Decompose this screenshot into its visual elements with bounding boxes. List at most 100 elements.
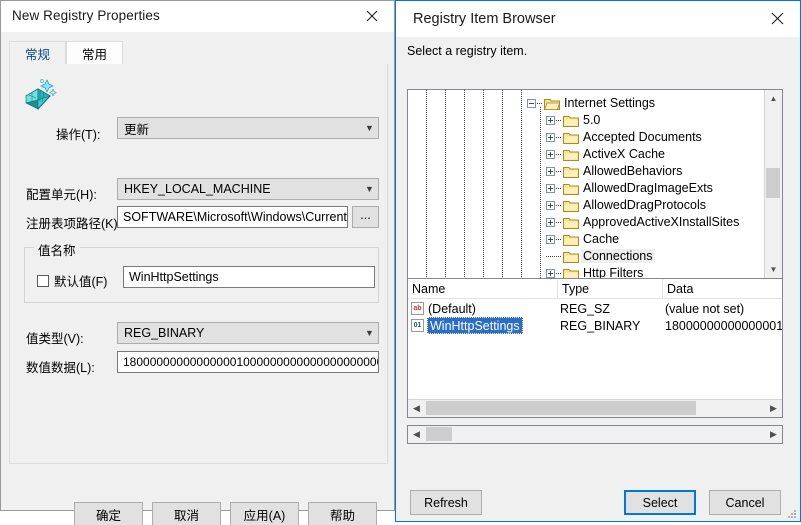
registry-values-list[interactable]: Name Type Data ab (Default) REG_SZ (valu… [407, 278, 783, 418]
tree-connector [556, 273, 562, 274]
cancel-button[interactable]: Cancel [709, 490, 781, 515]
ok-button[interactable]: 确定 [74, 502, 143, 525]
registry-tree[interactable]: Internet Settings 5.0 Accepted Documents… [407, 89, 783, 279]
browse-keypath-button[interactable]: ... [352, 206, 379, 228]
default-value-label: 默认值(F) [54, 275, 108, 289]
folder-open-icon [543, 97, 561, 110]
tree-connector [556, 154, 562, 155]
right-window-title: Registry Item Browser [413, 11, 556, 27]
tree-node-label: AllowedDragImageExts [583, 181, 713, 195]
hive-label: 配置单元(H): [26, 188, 97, 202]
table-row[interactable]: ab (Default) REG_SZ (value not set) [408, 300, 782, 317]
right-button-row: Refresh Select Cancel [396, 490, 801, 522]
expand-expander-icon[interactable] [546, 116, 555, 125]
tree-indent-guide [445, 90, 446, 278]
left-titlebar[interactable]: New Registry Properties [1, 1, 394, 32]
column-header-type[interactable]: Type [558, 279, 663, 298]
scroll-right-icon[interactable]: ▶ [765, 426, 782, 443]
action-value: 更新 [124, 122, 150, 137]
tab-general[interactable]: 常规 [9, 41, 66, 65]
cell-data: 18000000000000001 [665, 318, 783, 333]
tree-vertical-scrollbar[interactable]: ▲ ▼ [764, 90, 782, 278]
refresh-button[interactable]: Refresh [410, 490, 482, 515]
cell-name-selected: WinHttpSettings [427, 317, 523, 334]
value-name-group-title: 值名称 [34, 240, 80, 259]
folder-icon [563, 216, 579, 229]
expand-expander-icon[interactable] [546, 201, 555, 210]
instruction-text: Select a registry item. [407, 44, 528, 58]
action-label: 操作(T): [56, 128, 101, 142]
keypath-input[interactable]: SOFTWARE\Microsoft\Windows\CurrentVersi [117, 206, 348, 228]
expand-expander-icon[interactable] [546, 150, 555, 159]
cell-type: REG_SZ [560, 301, 611, 316]
horizontal-scroll-thumb[interactable] [426, 401, 696, 415]
cell-type: REG_BINARY [560, 318, 641, 333]
column-header-data[interactable]: Data [663, 279, 782, 298]
apply-button[interactable]: 应用(A) [230, 502, 299, 525]
scroll-down-icon[interactable]: ▼ [765, 261, 782, 278]
close-icon[interactable] [755, 1, 800, 35]
tree-node-label: Cache [583, 232, 620, 246]
folder-icon [563, 199, 579, 212]
outer-horizontal-scrollbar[interactable]: ◀ ▶ [407, 425, 783, 444]
select-button[interactable]: Select [624, 490, 696, 515]
hive-combobox[interactable]: HKEY_LOCAL_MACHINE ▼ [117, 178, 379, 200]
value-name-input[interactable]: WinHttpSettings [123, 266, 375, 288]
select-button-label: Select [642, 495, 678, 510]
table-row-selected[interactable]: 01 WinHttpSettings REG_BINARY 1800000000… [408, 317, 782, 334]
value-data-label: 数值数据(L): [26, 361, 95, 375]
close-glyph [366, 10, 378, 22]
registry-item-icon [20, 76, 60, 116]
expand-expander-icon[interactable] [546, 184, 555, 193]
tree-node-label: AllowedBehaviors [583, 164, 683, 178]
binary-value-icon: 01 [411, 319, 424, 332]
collapse-expander-icon[interactable] [527, 99, 536, 108]
expand-expander-icon[interactable] [546, 167, 555, 176]
tree-connector [546, 256, 562, 257]
list-horizontal-scrollbar[interactable]: ◀ ▶ [408, 399, 782, 417]
tree-node-label-selected: Connections [581, 249, 655, 263]
left-window-title: New Registry Properties [12, 8, 160, 23]
scroll-left-icon[interactable]: ◀ [408, 400, 425, 417]
value-type-value: REG_BINARY [124, 326, 205, 340]
vertical-scroll-thumb[interactable] [766, 168, 780, 198]
tree-connector [556, 205, 562, 206]
tab-strip: 常规 常用 [9, 41, 388, 65]
scroll-right-icon[interactable]: ▶ [765, 400, 782, 417]
folder-icon [563, 233, 579, 246]
right-titlebar[interactable]: Registry Item Browser [396, 1, 800, 37]
value-data-value: 180000000000000001000000000000000000000 [123, 355, 378, 369]
value-data-input[interactable]: 180000000000000001000000000000000000000 [117, 351, 379, 373]
tree-connector [556, 239, 562, 240]
default-value-checkbox[interactable]: 默认值(F) [37, 271, 107, 290]
tab-common[interactable]: 常用 [66, 41, 123, 65]
folder-icon [563, 267, 579, 278]
tree-indent-guide [426, 90, 427, 278]
scroll-up-icon[interactable]: ▲ [765, 90, 782, 107]
value-type-combobox[interactable]: REG_BINARY ▼ [117, 322, 379, 344]
cancel-button[interactable]: 取消 [152, 502, 221, 525]
expand-expander-icon[interactable] [546, 235, 555, 244]
expand-expander-icon[interactable] [546, 133, 555, 142]
help-button[interactable]: 帮助 [308, 502, 377, 525]
list-header: Name Type Data [408, 279, 782, 299]
action-combobox[interactable]: 更新 ▼ [117, 117, 379, 139]
general-tab-panel: 操作(T): 更新 ▼ 配置单元(H): HKEY_LOCAL_MACHINE … [9, 64, 388, 464]
horizontal-scroll-thumb[interactable] [426, 427, 452, 441]
tree-node-label: ApprovedActiveXInstallSites [583, 215, 740, 229]
expand-expander-icon[interactable] [546, 269, 555, 278]
chevron-down-icon: ▼ [365, 327, 374, 338]
close-icon[interactable] [350, 1, 394, 31]
column-header-name[interactable]: Name [408, 279, 558, 298]
tree-connector [537, 103, 543, 104]
tree-connector [556, 188, 562, 189]
string-value-icon: ab [411, 302, 424, 315]
tree-content: Internet Settings 5.0 Accepted Documents… [408, 90, 765, 278]
refresh-button-label: Refresh [424, 495, 468, 510]
scroll-left-icon[interactable]: ◀ [408, 426, 425, 443]
expand-expander-icon[interactable] [546, 218, 555, 227]
outer-scrollbar-track[interactable]: ◀ ▶ [408, 426, 782, 443]
resize-grip-icon[interactable] [787, 509, 797, 519]
keypath-label: 注册表项路径(K): [26, 217, 122, 231]
tree-indent-guide [464, 90, 465, 278]
